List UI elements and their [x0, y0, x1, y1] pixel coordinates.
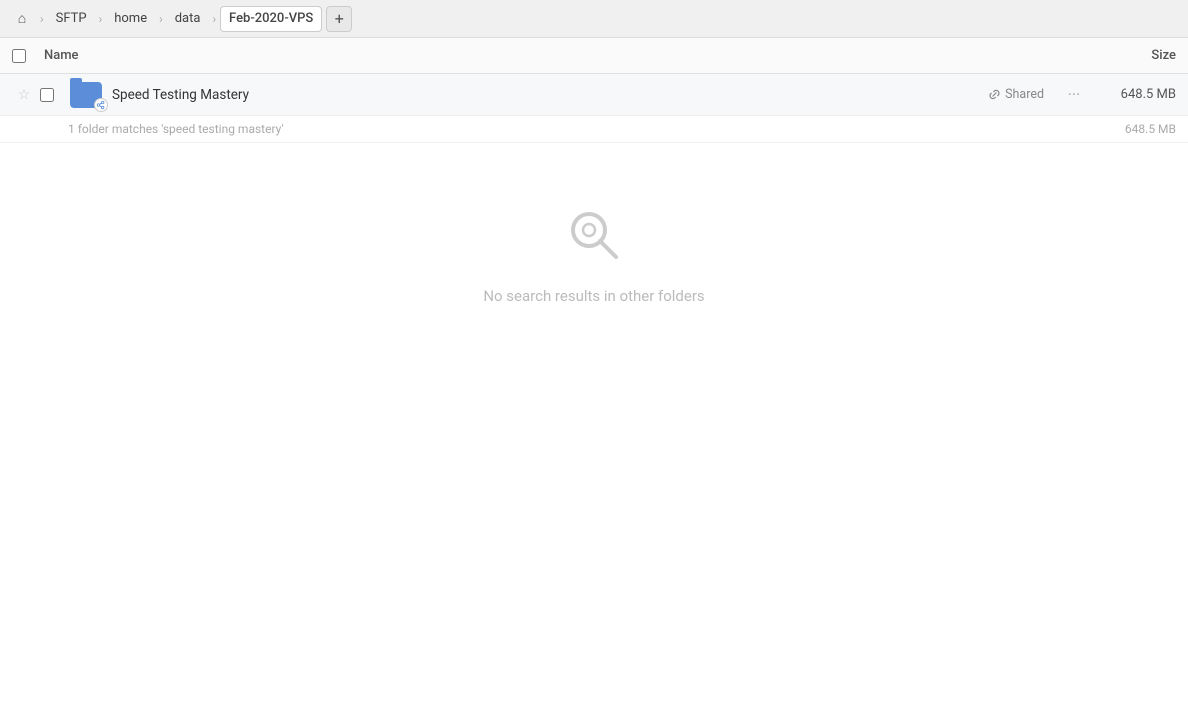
file-list: ☆ Speed Testing Mastery Shared ··· 648. — [0, 74, 1188, 720]
breadcrumb-bar: ⌂ › SFTP › home › data › Feb-2020-VPS + — [0, 0, 1188, 38]
name-column-header: Name — [44, 48, 1076, 63]
separator-1: › — [40, 12, 44, 26]
separator-4: › — [212, 12, 216, 26]
separator-2: › — [99, 12, 103, 26]
select-all-checkbox[interactable] — [12, 49, 26, 63]
no-results-text: No search results in other folders — [483, 287, 704, 305]
table-row[interactable]: ☆ Speed Testing Mastery Shared ··· 648. — [0, 74, 1188, 116]
folder-icon-container — [68, 80, 104, 110]
breadcrumb-feb2020vps[interactable]: Feb-2020-VPS — [220, 6, 322, 32]
size-column-header: Size — [1076, 48, 1176, 63]
matches-size: 648.5 MB — [1125, 122, 1176, 136]
file-size: 648.5 MB — [1096, 87, 1176, 102]
shared-text: Shared — [1005, 87, 1044, 102]
row-checkbox[interactable] — [40, 88, 68, 102]
home-button[interactable]: ⌂ — [8, 5, 36, 33]
row-select-checkbox[interactable] — [40, 88, 54, 102]
header-checkbox-col[interactable] — [12, 49, 44, 63]
column-header: Name Size — [0, 38, 1188, 74]
folder-name: Speed Testing Mastery — [112, 87, 988, 103]
matches-info-row: 1 folder matches 'speed testing mastery'… — [0, 116, 1188, 143]
add-tab-button[interactable]: + — [326, 6, 352, 32]
breadcrumb-data[interactable]: data — [167, 6, 209, 32]
shared-badge-icon — [94, 98, 108, 112]
breadcrumb-home[interactable]: home — [106, 6, 155, 32]
shared-label: Shared — [988, 87, 1044, 102]
star-button[interactable]: ☆ — [12, 87, 36, 103]
separator-3: › — [159, 12, 163, 26]
breadcrumb-sftp[interactable]: SFTP — [48, 6, 95, 32]
link-icon — [988, 88, 1001, 101]
more-options-button[interactable]: ··· — [1060, 81, 1088, 109]
no-results-icon — [562, 203, 626, 267]
matches-text: 1 folder matches 'speed testing mastery' — [68, 122, 284, 136]
empty-state: No search results in other folders — [0, 143, 1188, 385]
